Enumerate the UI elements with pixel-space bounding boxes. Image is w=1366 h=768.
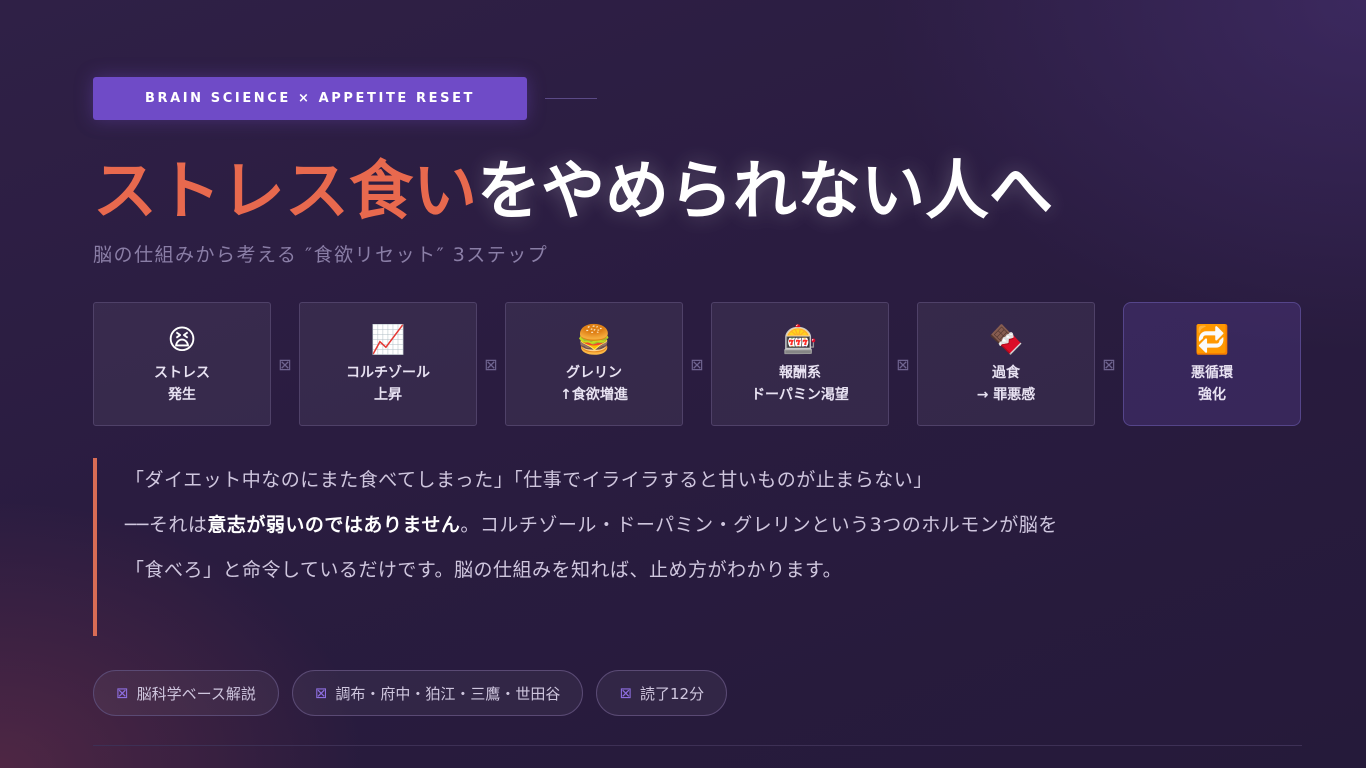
category-badge: BRAIN SCIENCE × APPETITE RESET — [93, 77, 527, 120]
flow-arrow-icon: ⊠ — [690, 354, 704, 374]
flow-step-label: グレリン ↑食欲増進 — [560, 365, 628, 403]
stressed-face-icon: 😫 — [167, 323, 197, 356]
slot-machine-icon: 🎰 — [782, 323, 818, 356]
tag-area[interactable]: ⊠ 調布・府中・狛江・三鷹・世田谷 — [291, 670, 584, 716]
header-badge-row: BRAIN SCIENCE × APPETITE RESET — [93, 77, 597, 120]
flow-arrow-icon: ⊠ — [278, 354, 292, 374]
intro-quote: 「ダイエット中なのにまた食べてしまった」「仕事でイライラすると甘いものが止まらな… — [93, 458, 1093, 636]
quote-dash: ──それは — [125, 514, 208, 536]
chocolate-icon: 🍫 — [988, 323, 1024, 356]
section-divider — [93, 745, 1302, 746]
flow-step-label: 報酬系 ドーパミン渇望 — [751, 365, 849, 403]
quote-text: 「ダイエット中なのにまた食べてしまった」「仕事でイライラすると甘いものが止まらな… — [125, 458, 1093, 593]
flow-step-overeating: 🍫 過食 → 罪悪感 — [917, 302, 1095, 426]
page-title: ストレス食いをやめられない人へ — [93, 148, 1053, 236]
flow-step-label: コルチゾール 上昇 — [346, 365, 430, 403]
quote-intro: 「ダイエット中なのにまた食べてしまった」「仕事でイライラすると甘いものが止まらな… — [125, 469, 933, 491]
location-icon: ⊠ — [314, 684, 328, 702]
flow-arrow-icon: ⊠ — [1102, 354, 1116, 374]
flow-step-vicious-cycle: 🔁 悪循環 強化 — [1123, 302, 1301, 426]
quote-emphasis: 意志が弱いのではありません — [207, 514, 461, 536]
flow-step-ghrelin: 🍔 グレリン ↑食欲増進 — [505, 302, 683, 426]
title-accent: ストレス食い — [93, 155, 477, 229]
brain-icon: ⊠ — [116, 684, 129, 702]
repeat-icon: 🔁 — [1194, 323, 1230, 356]
flow-step-stress: 😫 ストレス 発生 — [93, 302, 271, 426]
tag-brain-science[interactable]: ⊠ 脳科学ベース解説 — [93, 670, 279, 716]
flow-arrow-icon: ⊠ — [896, 354, 910, 374]
flow-step-label: 過食 → 罪悪感 — [976, 365, 1036, 403]
tag-label: 読了12分 — [640, 684, 705, 703]
flow-step-label: ストレス 発生 — [154, 365, 210, 403]
tag-reading-time[interactable]: ⊠ 読了12分 — [596, 670, 728, 716]
flow-step-cortisol: 📈 コルチゾール 上昇 — [299, 302, 477, 426]
badge-divider-line — [545, 98, 597, 99]
flow-arrow-icon: ⊠ — [484, 354, 498, 374]
tag-label: 脳科学ベース解説 — [136, 684, 256, 703]
page-subtitle: 脳の仕組みから考える ″食欲リセット″ 3ステップ — [93, 244, 549, 266]
stress-cycle-flow: 😫 ストレス 発生 ⊠ 📈 コルチゾール 上昇 ⊠ 🍔 グレリン ↑食欲増進 ⊠ 🎰 … — [93, 302, 1302, 426]
chart-up-icon: 📈 — [370, 323, 406, 356]
title-rest: をやめられない人へ — [477, 155, 1053, 229]
burger-icon: 🍔 — [576, 323, 612, 356]
flow-step-label: 悪循環 強化 — [1191, 365, 1233, 403]
flow-step-dopamine: 🎰 報酬系 ドーパミン渇望 — [711, 302, 889, 426]
tag-label: 調布・府中・狛江・三鷹・世田谷 — [335, 684, 561, 703]
clock-icon: ⊠ — [619, 684, 633, 702]
tag-list: ⊠ 脳科学ベース解説 ⊠ 調布・府中・狛江・三鷹・世田谷 ⊠ 読了12分 — [93, 670, 728, 716]
